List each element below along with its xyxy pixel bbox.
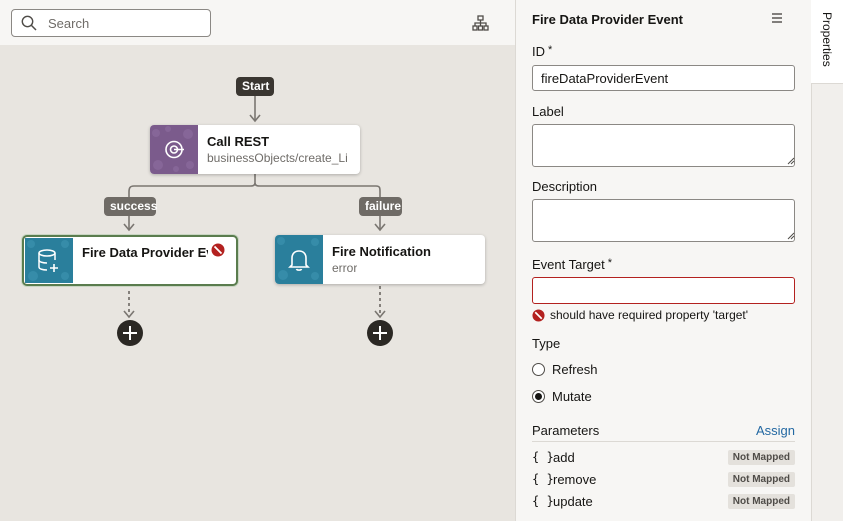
type-label: Type bbox=[532, 336, 561, 351]
start-marker: Start bbox=[236, 77, 274, 96]
call-rest-node[interactable]: Call REST businessObjects/create_Li bbox=[150, 125, 360, 174]
parameter-name: update bbox=[553, 494, 593, 509]
fire-data-provider-event-node[interactable]: Fire Data Provider Event bbox=[22, 235, 238, 286]
properties-panel: Fire Data Provider Event ID* Label Descr… bbox=[515, 0, 811, 521]
description-label: Description bbox=[532, 179, 598, 194]
label-label: Label bbox=[532, 104, 564, 119]
success-branch-label: success bbox=[104, 197, 157, 216]
object-bracket-icon: { } bbox=[532, 450, 554, 464]
assign-link[interactable]: Assign bbox=[756, 423, 795, 438]
bell-icon bbox=[275, 235, 323, 284]
error-icon bbox=[532, 309, 545, 322]
database-event-icon bbox=[25, 238, 73, 283]
type-radio-mutate[interactable]: Mutate bbox=[532, 388, 592, 404]
flow-canvas[interactable]: Start Call REST businessObjects/create_L… bbox=[0, 0, 515, 521]
plus-icon bbox=[123, 326, 137, 340]
add-action-button-failure[interactable] bbox=[367, 320, 393, 346]
parameters-label: Parameters bbox=[532, 423, 600, 438]
resize-grip-icon[interactable] bbox=[787, 232, 795, 240]
tab-properties[interactable]: Properties bbox=[811, 0, 843, 84]
mapping-status-badge: Not Mapped bbox=[727, 472, 795, 487]
parameter-row-add[interactable]: { } add Not Mapped bbox=[532, 449, 795, 467]
mapping-status-badge: Not Mapped bbox=[727, 494, 795, 509]
hamburger-menu-icon[interactable] bbox=[771, 12, 783, 24]
parameters-header: Parameters Assign bbox=[532, 422, 795, 442]
label-field[interactable] bbox=[532, 124, 795, 167]
plus-icon bbox=[373, 326, 387, 340]
node-title: Fire Notification bbox=[332, 244, 431, 259]
call-rest-node-icon-tile bbox=[150, 125, 198, 174]
node-title: Call REST bbox=[207, 134, 270, 149]
fire-notification-node[interactable]: Fire Notification error bbox=[275, 235, 485, 284]
type-radio-refresh[interactable]: Refresh bbox=[532, 361, 598, 377]
event-target-error: should have required property 'target' bbox=[532, 308, 748, 322]
radio-label: Mutate bbox=[552, 388, 592, 404]
fire-data-provider-node-icon-tile bbox=[25, 238, 73, 283]
parameter-name: add bbox=[553, 450, 575, 465]
side-tab-rail: Properties bbox=[811, 0, 843, 521]
radio-circle[interactable] bbox=[532, 362, 545, 376]
event-target-field[interactable] bbox=[532, 277, 795, 304]
id-field[interactable] bbox=[532, 65, 795, 91]
parameter-name: remove bbox=[553, 472, 597, 487]
failure-branch-label: failure bbox=[359, 197, 402, 216]
mapping-status-badge: Not Mapped bbox=[727, 450, 795, 465]
required-mark: * bbox=[607, 257, 613, 269]
event-target-label: Event Target * bbox=[532, 257, 613, 272]
node-subtitle: error bbox=[332, 261, 358, 275]
description-field[interactable] bbox=[532, 199, 795, 242]
radio-circle[interactable] bbox=[532, 389, 545, 403]
id-label: ID * bbox=[532, 44, 553, 59]
node-title: Fire Data Provider Event bbox=[82, 245, 208, 260]
resize-grip-icon[interactable] bbox=[787, 157, 795, 165]
tab-label: Properties bbox=[820, 12, 834, 67]
error-message: should have required property 'target' bbox=[550, 308, 749, 322]
object-bracket-icon: { } bbox=[532, 472, 554, 486]
parameter-row-update[interactable]: { } update Not Mapped bbox=[532, 493, 795, 511]
panel-title: Fire Data Provider Event bbox=[532, 12, 683, 27]
add-action-button-success[interactable] bbox=[117, 320, 143, 346]
required-mark: * bbox=[548, 44, 553, 56]
error-icon bbox=[211, 243, 225, 257]
parameter-row-remove[interactable]: { } remove Not Mapped bbox=[532, 471, 795, 489]
node-subtitle: businessObjects/create_Li bbox=[207, 151, 348, 165]
radio-label: Refresh bbox=[552, 361, 598, 377]
rest-call-icon bbox=[150, 125, 198, 174]
object-bracket-icon: { } bbox=[532, 494, 554, 508]
fire-notification-node-icon-tile bbox=[275, 235, 323, 284]
